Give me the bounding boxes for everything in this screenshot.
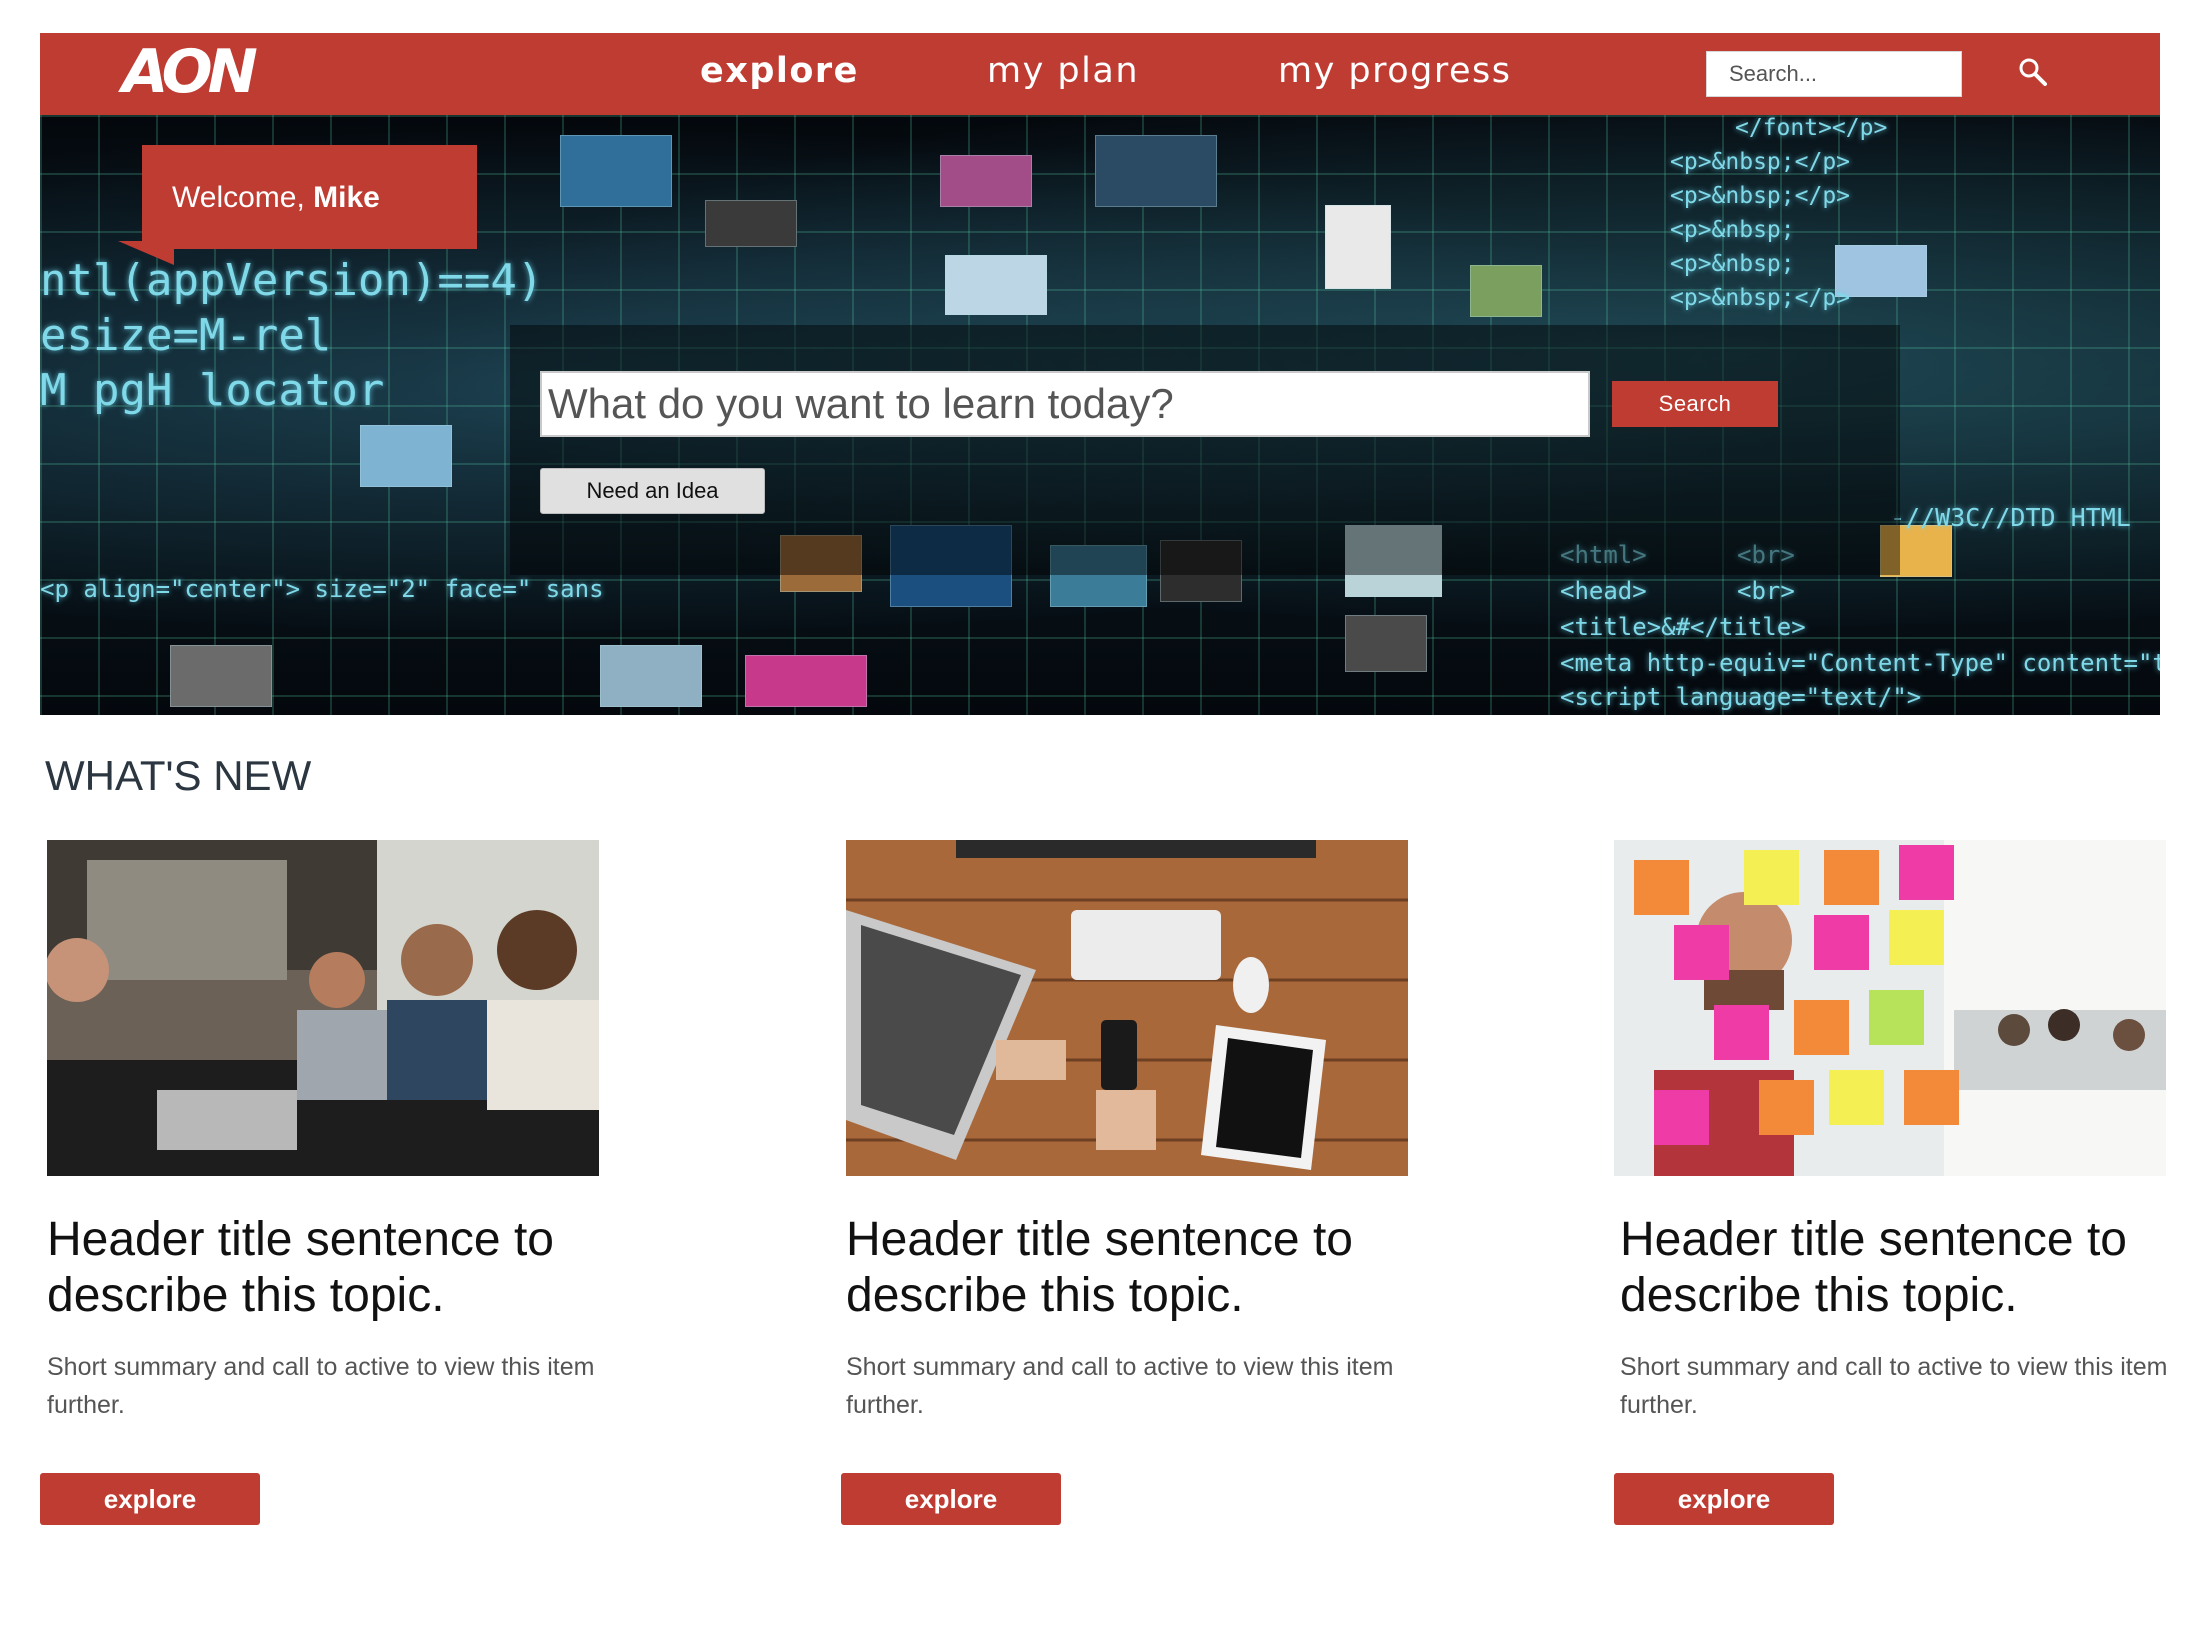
video-thumbnail [745, 655, 867, 707]
code-text: M pgH locator [40, 365, 385, 416]
code-text: -//W3C//DTD HTML [1890, 503, 2131, 532]
code-text: <p align="center"> size="2" face=" sans [40, 575, 604, 603]
welcome-bubble: Welcome, Mike [142, 145, 477, 249]
video-thumbnail [945, 255, 1047, 315]
nav-my-progress[interactable]: my progress [1278, 51, 1512, 91]
explore-button[interactable]: explore [40, 1473, 260, 1525]
code-text: <p>&nbsp;</p> [1670, 285, 1851, 311]
learn-search-input[interactable] [540, 371, 1590, 437]
code-text: <meta http-equiv="Content-Type" content=… [1560, 649, 2160, 677]
nav-explore[interactable]: explore [700, 51, 859, 91]
top-nav-bar: AON explore my plan my progress [40, 33, 2160, 115]
code-text: <p>&nbsp;</p> [1670, 183, 1851, 209]
video-thumbnail [1345, 615, 1427, 672]
code-text: esize=M-rel [40, 310, 332, 361]
code-text: </font></p> [1735, 115, 1888, 141]
code-text: <br> [1737, 577, 1795, 605]
search-icon[interactable] [2016, 55, 2052, 91]
video-thumbnail [1095, 135, 1217, 207]
code-text: <script language="text/"> [1560, 683, 1922, 711]
video-thumbnail [705, 200, 797, 247]
video-thumbnail [1470, 265, 1542, 317]
card-summary: Short summary and call to active to view… [47, 1353, 595, 1419]
card-title: Header title sentence to describe this t… [846, 1213, 1353, 1322]
desk-laptop-photo[interactable] [846, 840, 1408, 1176]
whats-new-heading: WHAT'S NEW [45, 752, 312, 799]
video-thumbnail [1325, 205, 1391, 289]
code-text: <p>&nbsp; [1670, 217, 1795, 243]
video-thumbnail [360, 425, 452, 487]
aon-logo[interactable]: AON [122, 41, 258, 103]
code-text: <title>&#</title> [1560, 613, 1806, 641]
card-title: Header title sentence to describe this t… [1620, 1213, 2127, 1322]
explore-button[interactable]: explore [841, 1473, 1061, 1525]
explore-button[interactable]: explore [1614, 1473, 1834, 1525]
hero-search-panel [510, 325, 1900, 575]
team-meeting-photo[interactable] [47, 840, 599, 1176]
video-thumbnail [600, 645, 702, 707]
header-search-input[interactable] [1706, 51, 1962, 97]
code-text: <p>&nbsp; [1670, 251, 1795, 277]
hero-banner: ntl(appVersion)==4) esize=M-rel M pgH lo… [40, 115, 2160, 715]
card-title: Header title sentence to describe this t… [47, 1213, 554, 1322]
welcome-prefix: Welcome, [172, 181, 314, 214]
card-summary: Short summary and call to active to view… [846, 1353, 1394, 1419]
code-text: ntl(appVersion)==4) [40, 255, 544, 306]
welcome-user-name: Mike [313, 181, 380, 214]
code-text: <head> [1560, 577, 1647, 605]
nav-my-plan[interactable]: my plan [987, 51, 1139, 91]
code-text: <p>&nbsp;</p> [1670, 149, 1851, 175]
video-thumbnail [940, 155, 1032, 207]
search-button[interactable]: Search [1612, 381, 1778, 427]
video-thumbnail [560, 135, 672, 207]
sticky-notes-photo[interactable] [1614, 840, 2166, 1176]
need-an-idea-button[interactable]: Need an Idea [540, 468, 765, 514]
video-thumbnail [170, 645, 272, 707]
card-summary: Short summary and call to active to view… [1620, 1353, 2168, 1419]
